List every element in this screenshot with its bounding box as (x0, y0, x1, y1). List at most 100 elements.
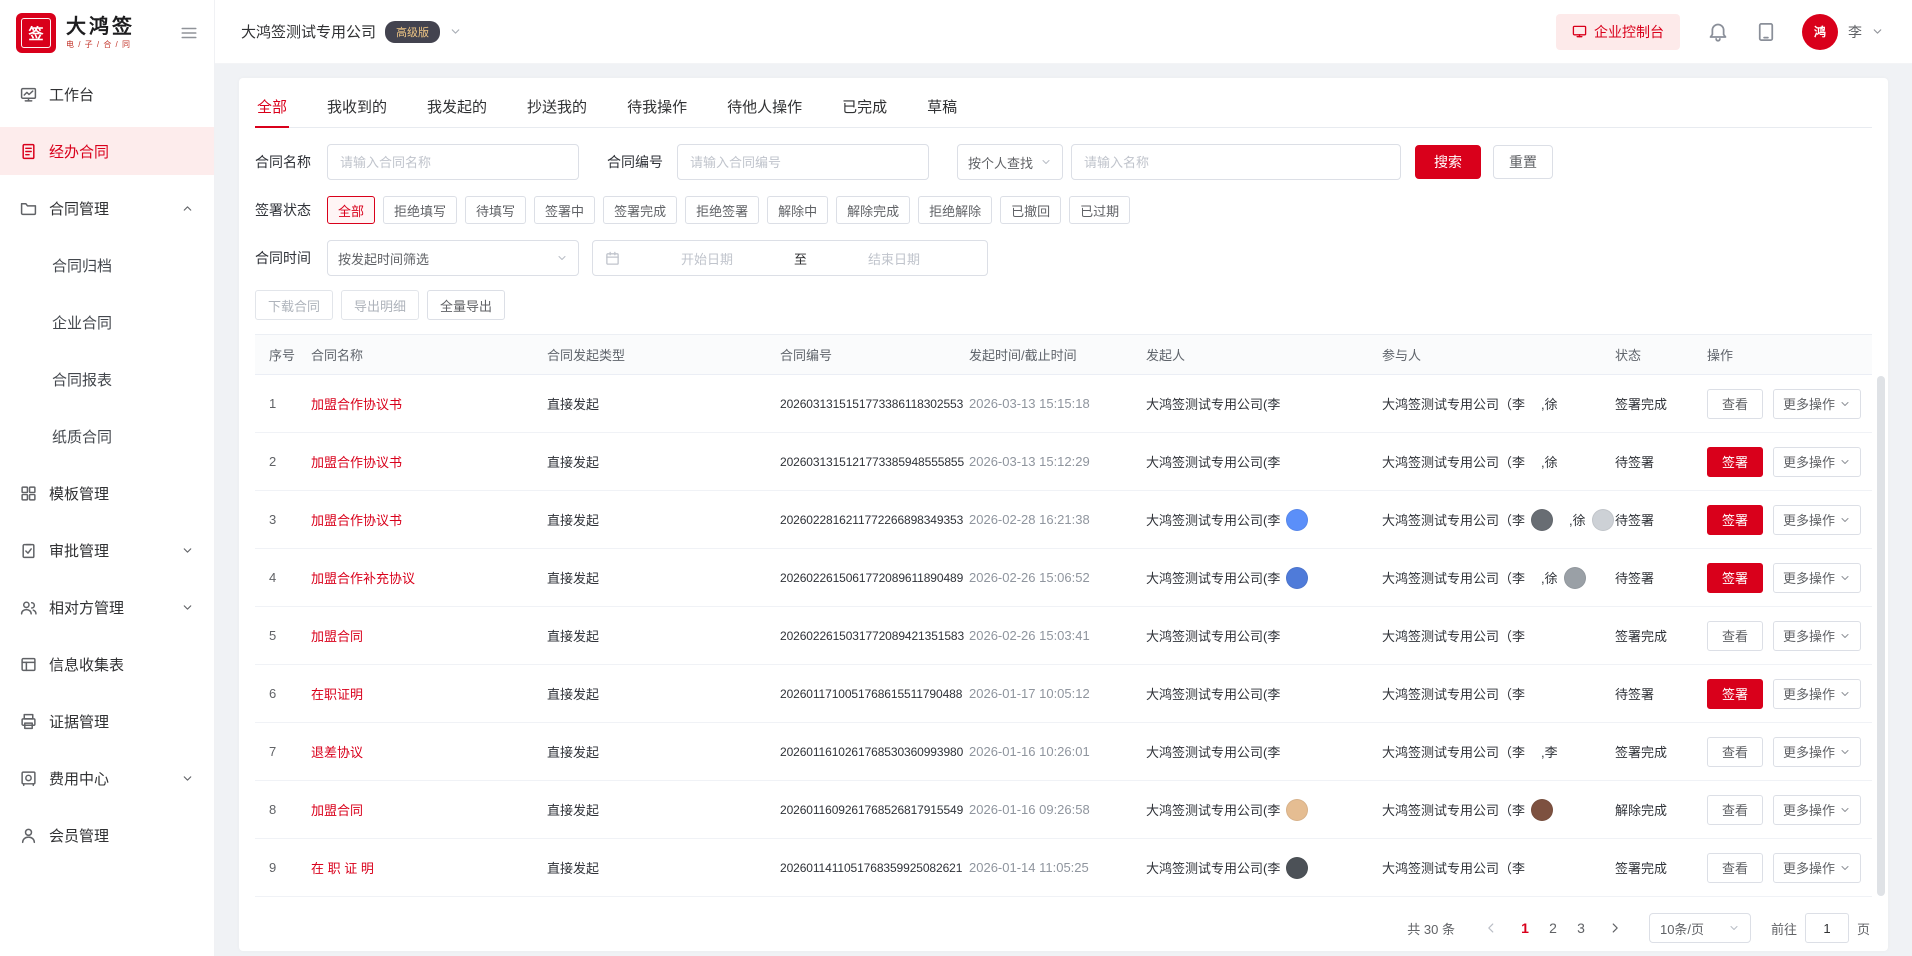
status-filter-chip[interactable]: 解除中 (767, 196, 828, 224)
status-filter-chip[interactable]: 待填写 (465, 196, 526, 224)
sidebar-subitem[interactable]: 合同报表 (0, 355, 214, 403)
time-filter-select[interactable]: 按发起时间筛选 (327, 240, 579, 276)
status-filter-chip[interactable]: 签署中 (534, 196, 595, 224)
status-filter-chip[interactable]: 签署完成 (603, 196, 677, 224)
tab[interactable]: 待我操作 (625, 86, 689, 127)
status-filter-chip[interactable]: 拒绝签署 (685, 196, 759, 224)
contract-name-link[interactable]: 加盟合同 (311, 800, 547, 819)
view-button[interactable]: 查看 (1707, 621, 1763, 651)
enterprise-console-button[interactable]: 企业控制台 (1556, 14, 1680, 50)
initiator-cell: 大鸿签测试专用公司(李 (1146, 742, 1382, 761)
contract-name-link[interactable]: 加盟合作协议书 (311, 394, 547, 413)
date-range-picker[interactable]: 开始日期 至 结束日期 (592, 240, 988, 276)
user-menu-chevron-icon[interactable] (1871, 25, 1884, 38)
sidebar-item[interactable]: 经办合同 (0, 127, 214, 175)
sidebar-subitem[interactable]: 纸质合同 (0, 412, 214, 460)
contract-name-link[interactable]: 加盟合作补充协议 (311, 568, 547, 587)
device-icon[interactable] (1756, 22, 1776, 42)
view-button[interactable]: 查看 (1707, 853, 1763, 883)
more-actions-button[interactable]: 更多操作 (1773, 505, 1861, 535)
tab[interactable]: 草稿 (925, 86, 959, 127)
goto-page-input[interactable] (1805, 913, 1849, 943)
sidebar-item[interactable]: 证据管理 (0, 697, 214, 745)
status-filter-chip[interactable]: 拒绝填写 (383, 196, 457, 224)
notifications-bell-icon[interactable] (1708, 22, 1728, 42)
more-actions-button[interactable]: 更多操作 (1773, 563, 1861, 593)
participant-avatar (1592, 509, 1614, 531)
sidebar-item[interactable]: 会员管理 (0, 811, 214, 859)
reset-button[interactable]: 重置 (1493, 145, 1553, 179)
tab[interactable]: 我发起的 (425, 86, 489, 127)
person-name-input[interactable] (1071, 144, 1401, 180)
pagination-page[interactable]: 3 (1567, 914, 1595, 942)
download-contracts-button[interactable]: 下载合同 (255, 290, 333, 320)
view-button[interactable]: 查看 (1707, 737, 1763, 767)
participant-name: ,徐 (1569, 510, 1586, 529)
contract-name-link[interactable]: 退差协议 (311, 742, 547, 761)
sidebar-item[interactable]: 费用中心 (0, 754, 214, 802)
column-header: 参与人 (1382, 345, 1615, 364)
contract-name-input[interactable] (327, 144, 579, 180)
contract-name-link[interactable]: 在 职 证 明 (311, 858, 547, 877)
export-all-button[interactable]: 全量导出 (427, 290, 505, 320)
column-header: 状态 (1615, 345, 1707, 364)
more-actions-button[interactable]: 更多操作 (1773, 737, 1861, 767)
topbar: 大鸿签测试专用公司 高级版 企业控制台 鸿 李 (215, 0, 1912, 64)
table-scrollbar[interactable] (1877, 376, 1885, 896)
view-button[interactable]: 查看 (1707, 795, 1763, 825)
contract-initiate-type: 直接发起 (547, 858, 780, 877)
row-index: 1 (269, 396, 311, 411)
sidebar-item[interactable]: 模板管理 (0, 469, 214, 517)
pagination-prev-icon[interactable] (1477, 914, 1505, 942)
sidebar-item[interactable]: 信息收集表 (0, 640, 214, 688)
status-filter-chip[interactable]: 解除完成 (836, 196, 910, 224)
pagination-next-icon[interactable] (1601, 914, 1629, 942)
page-size-select[interactable]: 10条/页 (1649, 913, 1751, 943)
contract-name-link[interactable]: 加盟合作协议书 (311, 510, 547, 529)
sidebar-item[interactable]: 工作台 (0, 70, 214, 118)
view-button[interactable]: 查看 (1707, 389, 1763, 419)
more-actions-button[interactable]: 更多操作 (1773, 389, 1861, 419)
more-actions-button[interactable]: 更多操作 (1773, 853, 1861, 883)
contract-number-input[interactable] (677, 144, 929, 180)
sidebar-item-label: 信息收集表 (49, 654, 124, 675)
tab[interactable]: 待他人操作 (725, 86, 804, 127)
sidebar-item[interactable]: 合同管理 (0, 184, 214, 232)
sidebar-subitem[interactable]: 合同归档 (0, 241, 214, 289)
status-filter-chip[interactable]: 已撤回 (1000, 196, 1061, 224)
pagination-page[interactable]: 1 (1511, 914, 1539, 942)
person-search-select[interactable]: 按个人查找 (957, 144, 1063, 180)
status-filter-chip[interactable]: 拒绝解除 (918, 196, 992, 224)
initiator-name: 大鸿签测试专用公司(李 (1146, 684, 1280, 703)
more-actions-button[interactable]: 更多操作 (1773, 679, 1861, 709)
company-switcher[interactable]: 大鸿签测试专用公司 高级版 (241, 21, 462, 43)
search-button[interactable]: 搜索 (1415, 145, 1481, 179)
contract-name-link[interactable]: 加盟合作协议书 (311, 452, 547, 471)
export-detail-button[interactable]: 导出明细 (341, 290, 419, 320)
pagination-page[interactable]: 2 (1539, 914, 1567, 942)
user-avatar[interactable]: 鸿 (1802, 14, 1838, 50)
sidebar-item-label: 相对方管理 (49, 597, 124, 618)
more-actions-button[interactable]: 更多操作 (1773, 621, 1861, 651)
table-row: 6在职证明直接发起2026011710051768615511790488202… (255, 665, 1872, 723)
tab[interactable]: 已完成 (840, 86, 889, 127)
tab[interactable]: 抄送我的 (525, 86, 589, 127)
sign-button[interactable]: 签署 (1707, 447, 1763, 477)
sidebar-subitem[interactable]: 企业合同 (0, 298, 214, 346)
status-filter-chip[interactable]: 已过期 (1069, 196, 1130, 224)
tab[interactable]: 全部 (255, 86, 289, 127)
collapse-menu-icon[interactable] (180, 24, 198, 42)
chevron-down-icon (1839, 688, 1851, 700)
sidebar-item[interactable]: 审批管理 (0, 526, 214, 574)
sign-button[interactable]: 签署 (1707, 505, 1763, 535)
contract-name-link[interactable]: 加盟合同 (311, 626, 547, 645)
brand-seal: 签 (21, 18, 51, 48)
tab[interactable]: 我收到的 (325, 86, 389, 127)
contract-name-link[interactable]: 在职证明 (311, 684, 547, 703)
sign-button[interactable]: 签署 (1707, 679, 1763, 709)
status-filter-chip[interactable]: 全部 (327, 196, 375, 224)
more-actions-button[interactable]: 更多操作 (1773, 447, 1861, 477)
sign-button[interactable]: 签署 (1707, 563, 1763, 593)
sidebar-item[interactable]: 相对方管理 (0, 583, 214, 631)
more-actions-button[interactable]: 更多操作 (1773, 795, 1861, 825)
